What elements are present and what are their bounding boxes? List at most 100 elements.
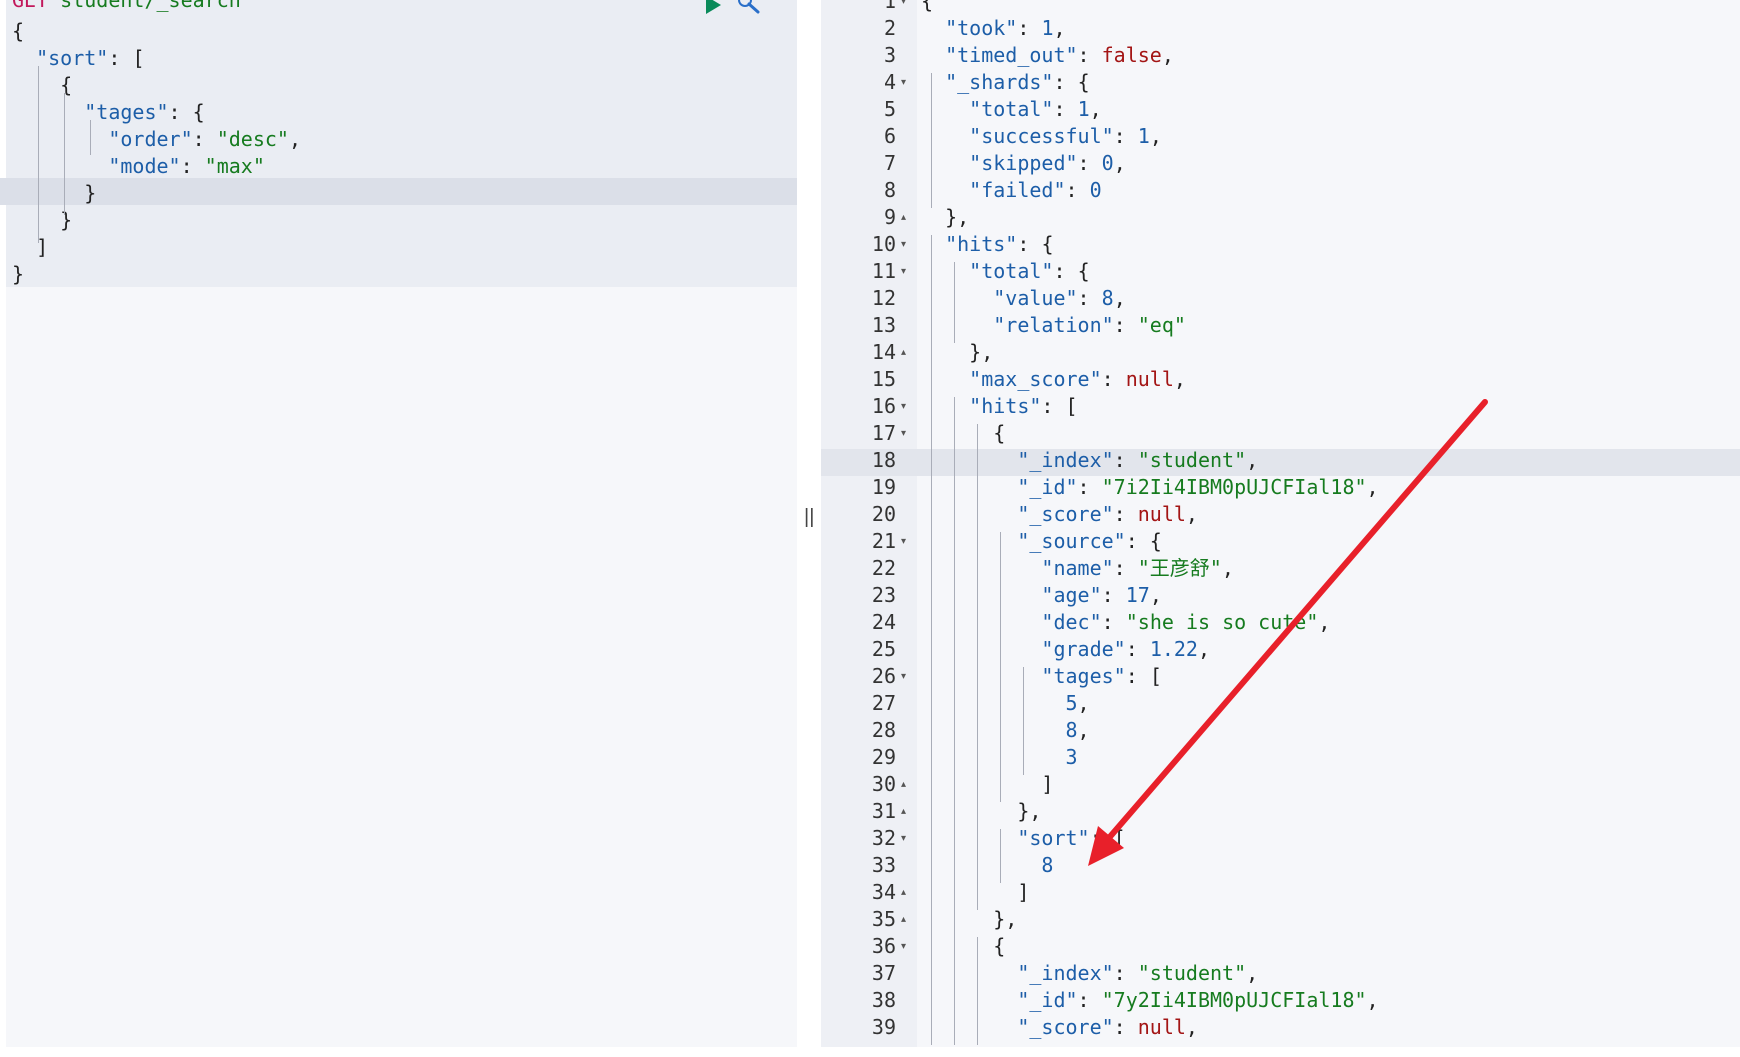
wrench-icon[interactable] [736, 0, 762, 16]
fold-expand-icon[interactable]: ▴ [901, 339, 906, 366]
line-number: 5 [883, 97, 896, 121]
response-code-line: "successful": 1, [969, 124, 1162, 148]
line-number: 15 [871, 367, 896, 391]
resize-handle[interactable]: || [804, 506, 814, 529]
request-code-line[interactable]: } [12, 180, 96, 207]
response-code-line: }, [945, 205, 970, 229]
fold-collapse-icon[interactable]: ▾ [901, 69, 906, 96]
response-code-line: "_id": "7y2Ii4IBM0pUJCFIal18", [1017, 988, 1379, 1012]
response-code-line: "max_score": null, [969, 367, 1186, 391]
indent-guide [1000, 829, 1001, 883]
line-number: 14 [871, 340, 896, 364]
response-code-line: "grade": 1.22, [1041, 637, 1211, 661]
fold-collapse-icon[interactable]: ▾ [901, 528, 906, 555]
line-number: 38 [871, 988, 896, 1012]
indent-guide [954, 262, 955, 343]
response-panel[interactable]: 1 ▾{2 "took": 1, 3 "timed_out": false, 4 ▾ "… [821, 0, 1740, 1047]
line-number: 36 [871, 934, 896, 958]
http-method: GET [12, 0, 49, 12]
line-number: 22 [871, 556, 896, 580]
response-code-line: "name": "王彦舒", [1041, 556, 1234, 580]
response-code-line: ] [1017, 880, 1030, 904]
line-number: 34 [871, 880, 896, 904]
line-number: 9 [883, 205, 896, 229]
response-code-line: "_score": null, [1017, 1015, 1198, 1039]
request-code-line[interactable]: ] [12, 234, 48, 261]
line-number: 6 [883, 124, 896, 148]
response-code-line: "failed": 0 [969, 178, 1102, 202]
response-code-line: { [993, 934, 1006, 958]
fold-collapse-icon[interactable]: ▾ [901, 0, 906, 15]
fold-expand-icon[interactable]: ▴ [901, 771, 906, 798]
fold-expand-icon[interactable]: ▴ [901, 798, 906, 825]
line-number: 10 [871, 232, 896, 256]
line-number: 1 [883, 0, 896, 13]
line-number: 39 [871, 1015, 896, 1039]
response-code-line: "_index": "student", [1017, 961, 1259, 985]
line-number: 20 [871, 502, 896, 526]
line-number: 21 [871, 529, 896, 553]
response-code-line: "hits": { [945, 232, 1054, 256]
line-number: 18 [871, 448, 896, 472]
line-number: 11 [871, 259, 896, 283]
fold-collapse-icon[interactable]: ▾ [901, 231, 906, 258]
fold-expand-icon[interactable]: ▴ [901, 906, 906, 933]
line-number: 26 [871, 664, 896, 688]
response-code-line: "relation": "eq" [993, 313, 1186, 337]
response-code-line: { [993, 421, 1006, 445]
fold-collapse-icon[interactable]: ▾ [901, 420, 906, 447]
fold-expand-icon[interactable]: ▴ [901, 879, 906, 906]
line-number: 4 [883, 70, 896, 94]
response-code-line: "dec": "she is so cute", [1041, 610, 1331, 634]
line-number: 27 [871, 691, 896, 715]
response-code-line: "_id": "7i2Ii4IBM0pUJCFIal18", [1017, 475, 1379, 499]
response-code-line: }, [1017, 799, 1042, 823]
fold-collapse-icon[interactable]: ▾ [901, 258, 906, 285]
response-code-line: "tages": [ [1041, 664, 1162, 688]
indent-guide [1000, 532, 1001, 802]
fold-collapse-icon[interactable]: ▾ [901, 393, 906, 420]
response-code-line: "took": 1, [945, 16, 1066, 40]
line-number: 12 [871, 286, 896, 310]
indent-guide [977, 424, 978, 910]
response-code-line: "_shards": { [945, 70, 1090, 94]
fold-expand-icon[interactable]: ▴ [901, 204, 906, 231]
indent-guide [977, 937, 978, 1045]
line-number: 3 [883, 43, 896, 67]
line-number: 25 [871, 637, 896, 661]
fold-collapse-icon[interactable]: ▾ [901, 663, 906, 690]
response-code-line: 5, [1065, 691, 1090, 715]
request-code-line[interactable]: "order": "desc", [12, 126, 301, 153]
line-number: 16 [871, 394, 896, 418]
bottom-edge [0, 1047, 1740, 1057]
response-code-line: "sort": [ [1017, 826, 1126, 850]
response-code-line: }, [993, 907, 1018, 931]
fold-collapse-icon[interactable]: ▾ [901, 933, 906, 960]
request-code-line[interactable]: } [12, 261, 24, 288]
response-code-line: "skipped": 0, [969, 151, 1126, 175]
response-code-line: "_score": null, [1017, 502, 1198, 526]
play-icon[interactable] [706, 0, 721, 14]
request-editor-panel[interactable]: GET student/_search{ "sort": [ { "tages"… [0, 0, 797, 1047]
line-number: 17 [871, 421, 896, 445]
request-code-line[interactable]: { [12, 18, 24, 45]
request-path: student/_search [48, 0, 241, 12]
line-number: 13 [871, 313, 896, 337]
indent-guide [90, 120, 91, 155]
indent-guide [1023, 667, 1024, 775]
request-code-line[interactable]: "sort": [ [12, 45, 144, 72]
line-number: 7 [883, 151, 896, 175]
response-code-line: ] [1041, 772, 1054, 796]
line-number: 30 [871, 772, 896, 796]
line-number: 2 [883, 16, 896, 40]
request-code-line[interactable]: "mode": "max" [12, 153, 265, 180]
fold-collapse-icon[interactable]: ▾ [901, 825, 906, 852]
request-method-line[interactable]: GET student/_search [12, 0, 241, 14]
line-number: 19 [871, 475, 896, 499]
line-number: 29 [871, 745, 896, 769]
line-number: 32 [871, 826, 896, 850]
indent-guide [64, 93, 65, 215]
line-number: 37 [871, 961, 896, 985]
active-line-highlight [0, 178, 797, 205]
request-code-line[interactable]: "tages": { [12, 99, 204, 126]
